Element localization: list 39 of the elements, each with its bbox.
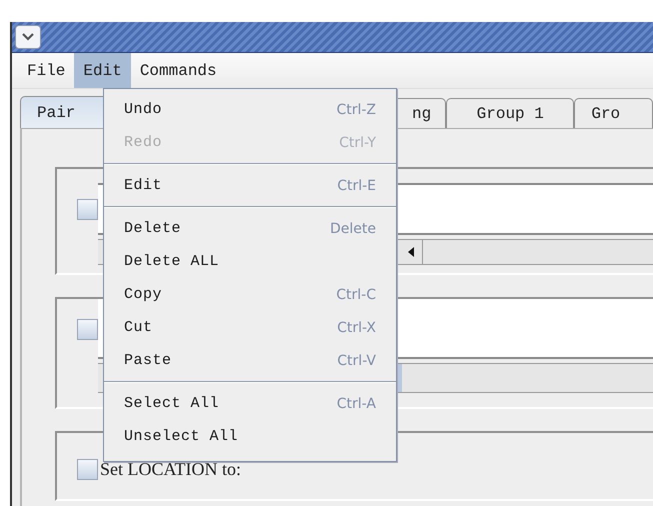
- menu-item[interactable]: Edit Ctrl-E: [104, 169, 396, 202]
- shortcut-label: Ctrl-Y: [339, 134, 376, 150]
- checkbox[interactable]: [77, 198, 98, 220]
- menu-item[interactable]: Cut Ctrl-X: [104, 311, 396, 344]
- menu-item[interactable]: Select All Ctrl-A: [104, 387, 396, 420]
- left-arrow-icon: [407, 246, 415, 258]
- tab[interactable]: Group 1: [446, 98, 574, 128]
- menu-item[interactable]: Paste Ctrl-V: [104, 344, 396, 377]
- menu-item-label: Undo: [124, 101, 162, 118]
- menu-bar-item[interactable]: File: [18, 53, 74, 88]
- menu-item[interactable]: Copy Ctrl-C: [104, 278, 396, 311]
- shortcut-label: Ctrl-C: [336, 286, 376, 302]
- checkbox[interactable]: [77, 459, 98, 480]
- menu-item[interactable]: Delete Delete: [104, 212, 396, 245]
- tab[interactable]: Gro: [574, 98, 653, 128]
- menu-item[interactable]: Undo Ctrl-Z: [104, 93, 396, 126]
- menu-item-label: Paste: [124, 352, 172, 369]
- shortcut-label: Ctrl-V: [337, 352, 376, 368]
- shortcut-label: Ctrl-Z: [336, 102, 376, 118]
- shortcut-label: Ctrl-E: [337, 178, 376, 194]
- checkbox[interactable]: [77, 318, 98, 340]
- menu-item-label: Delete ALL: [124, 253, 220, 270]
- menu-item-label: Cut: [124, 319, 153, 336]
- shortcut-label: Ctrl-A: [336, 396, 376, 412]
- menu-item-label: Copy: [124, 286, 162, 303]
- window-menu-button[interactable]: [15, 25, 41, 49]
- shortcut-label: Ctrl-X: [337, 320, 376, 336]
- menu-item-label: Redo: [124, 134, 162, 151]
- checkbox-label: Set LOCATION to:: [100, 459, 241, 480]
- shortcut-label: Delete: [330, 220, 376, 236]
- menu-item-label: Select All: [124, 395, 220, 412]
- menu-item-label: Edit: [124, 177, 162, 194]
- menu-bar-item[interactable]: Edit: [74, 53, 131, 88]
- menu-item-label: Delete: [124, 220, 182, 237]
- menu-bar-item[interactable]: Commands: [130, 53, 226, 88]
- menu-item[interactable]: Delete ALL: [104, 245, 396, 278]
- menu-item[interactable]: Unselect All: [104, 420, 396, 453]
- chevron-down-icon: [21, 32, 35, 42]
- menu-item-label: Unselect All: [124, 428, 238, 445]
